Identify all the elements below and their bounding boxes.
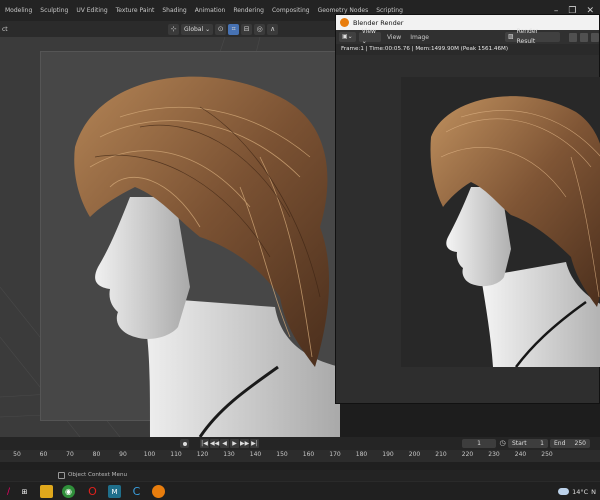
next-keyframe-button[interactable]: ▶▶ xyxy=(240,439,249,448)
app-c-icon[interactable]: C xyxy=(130,485,143,498)
workspace-tab-compositing[interactable]: Compositing xyxy=(268,0,314,21)
play-button[interactable]: ▶ xyxy=(230,439,239,448)
proportional-edit-icon[interactable]: ◎ xyxy=(254,23,266,35)
ruler-tick-label: 110 xyxy=(170,451,182,458)
mouse-icon xyxy=(58,472,65,479)
menu-image[interactable]: Image xyxy=(407,34,432,41)
viewport-mode-label[interactable]: ct xyxy=(0,26,8,33)
chevron-down-icon: ⌄ xyxy=(205,25,211,33)
media-app-icon[interactable]: M xyxy=(108,485,121,498)
image-icon: ▨ xyxy=(507,33,514,40)
blender-taskbar-icon[interactable] xyxy=(152,485,165,498)
ruler-tick-label: 80 xyxy=(92,451,101,458)
snap-icon[interactable]: ⌗ xyxy=(228,23,240,35)
snap-target-icon[interactable]: ⊟ xyxy=(241,23,253,35)
proportional-falloff-icon[interactable]: ∧ xyxy=(267,23,279,35)
workspace-tab-animation[interactable]: Animation xyxy=(191,0,230,21)
end-label: End xyxy=(554,440,566,447)
task-view-icon[interactable]: ⊞ xyxy=(18,485,31,498)
ruler-tick-label: 120 xyxy=(196,451,209,458)
timeline-header: |◀ ◀◀ ◀ ▶ ▶▶ ▶| 1 ◷ Start 1 End 250 xyxy=(0,437,600,450)
play-reverse-button[interactable]: ◀ xyxy=(220,439,229,448)
ruler-tick-label: 210 xyxy=(435,451,447,458)
ruler-tick-label: 90 xyxy=(119,451,127,458)
image-browse-icons xyxy=(569,32,599,42)
file-explorer-icon[interactable] xyxy=(40,485,53,498)
workspace-tab-sculpting[interactable]: Sculpting xyxy=(36,0,72,21)
orientation-label: Global xyxy=(184,25,204,33)
ruler-tick-label: 50 xyxy=(13,451,21,458)
editor-type-icon[interactable]: ▣⌄ xyxy=(339,32,356,42)
blender-logo-icon xyxy=(340,18,349,27)
auto-keying-button[interactable] xyxy=(180,439,189,448)
duplicate-icon[interactable] xyxy=(580,32,588,42)
ruler-tick-label: 170 xyxy=(329,451,341,458)
weather-suffix: N xyxy=(591,487,596,496)
ruler-tick-label: 190 xyxy=(382,451,394,458)
weather-icon xyxy=(558,488,570,495)
jump-end-button[interactable]: ▶| xyxy=(250,439,259,448)
start-value: 1 xyxy=(540,440,544,447)
3d-viewport[interactable] xyxy=(0,37,340,437)
jump-start-button[interactable]: |◀ xyxy=(200,439,209,448)
start-label: Start xyxy=(512,440,527,447)
orientation-dropdown[interactable]: Global ⌄ xyxy=(181,23,214,35)
end-frame-field[interactable]: End 250 xyxy=(550,439,590,448)
end-value: 250 xyxy=(574,440,586,447)
viewport-header: ct ⊹ Global ⌄ ⊙ ⌗ ⊟ ◎ ∧ xyxy=(0,21,340,37)
prev-keyframe-button[interactable]: ◀◀ xyxy=(210,439,219,448)
current-frame-field[interactable]: 1 xyxy=(462,439,496,448)
orientation-icon[interactable]: ⊹ xyxy=(168,23,179,35)
workspace-tab-rendering[interactable]: Rendering xyxy=(229,0,268,21)
timeline-ruler[interactable]: 50 60 70 80 90 100 110 120 130 140 150 160 170 180 190… xyxy=(0,450,600,462)
pin-icon[interactable] xyxy=(569,32,577,42)
status-hint: Object Context Menu xyxy=(68,472,128,478)
ruler-tick-label: 230 xyxy=(488,451,500,458)
ruler-tick-label: 70 xyxy=(66,451,74,458)
render-result-label: Render Result xyxy=(516,28,539,45)
ruler-tick-label: 200 xyxy=(408,451,421,458)
render-window: Blender Render ▣⌄ View ⌄ View Image ▨ Re… xyxy=(335,14,600,404)
transform-orientation: ⊹ Global ⌄ ⊙ ⌗ ⊟ ◎ ∧ xyxy=(168,23,279,35)
chrome-icon[interactable]: ◉ xyxy=(62,485,75,498)
clock-icon[interactable]: ◷ xyxy=(498,439,507,448)
view-dropdown[interactable]: View ⌄ xyxy=(358,28,381,45)
workspace-tab-shading[interactable]: Shading xyxy=(158,0,190,21)
ruler-tick-label: 130 xyxy=(223,451,235,458)
ruler-tick-label: 250 xyxy=(541,451,553,458)
playback-controls: |◀ ◀◀ ◀ ▶ ▶▶ ▶| xyxy=(200,439,259,448)
render-window-title: Blender Render xyxy=(353,18,404,27)
image-editor-header: ▣⌄ View ⌄ View Image ▨ Render Result xyxy=(336,28,599,45)
opera-icon[interactable]: O xyxy=(86,485,99,498)
weather-temp[interactable]: 14°C xyxy=(572,488,588,496)
unlink-icon[interactable] xyxy=(591,32,599,42)
status-bar: Object Context Menu xyxy=(0,470,600,481)
viewport-model xyxy=(74,76,340,437)
ruler-tick-label: 100 xyxy=(143,451,156,458)
timeline-track[interactable] xyxy=(0,462,600,470)
render-stats: Frame:1 | Time:00:05.76 | Mem:1499.90M (… xyxy=(341,46,509,52)
start-frame-field[interactable]: Start 1 xyxy=(508,439,548,448)
workspace-tab-modeling[interactable]: Modeling xyxy=(0,0,36,21)
pen-app-icon[interactable]: ∕ xyxy=(2,485,15,498)
workspace-tab-uv-editing[interactable]: UV Editing xyxy=(72,0,111,21)
render-body[interactable] xyxy=(336,55,600,403)
ruler-tick-label: 240 xyxy=(514,451,527,458)
system-tray: 14°C N xyxy=(558,482,596,500)
ruler-tick-label: 220 xyxy=(461,451,474,458)
os-taskbar: ∕ ⊞ ◉ O M C 14°C N xyxy=(0,481,600,500)
ruler-tick-label: 60 xyxy=(39,451,48,458)
ruler-tick-label: 140 xyxy=(249,451,262,458)
ruler-tick-label: 180 xyxy=(355,451,368,458)
workspace-tab-texture-paint[interactable]: Texture Paint xyxy=(112,0,159,21)
render-result-selector[interactable]: ▨ Render Result xyxy=(504,28,560,45)
pivot-icon[interactable]: ⊙ xyxy=(215,23,227,35)
ruler-tick-label: 160 xyxy=(302,451,315,458)
menu-view[interactable]: View xyxy=(384,34,404,41)
render-result-image xyxy=(401,77,600,367)
ruler-tick-label: 150 xyxy=(276,451,288,458)
